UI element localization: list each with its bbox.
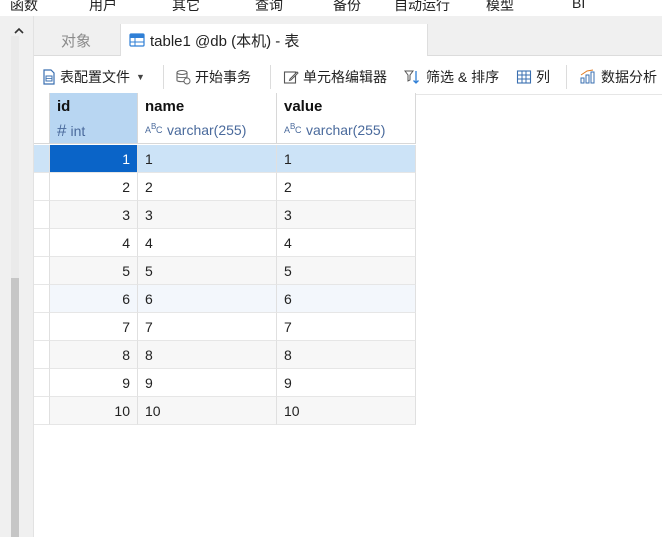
data-analysis-label: 数据分析 xyxy=(601,69,657,85)
cell-name[interactable]: 4 xyxy=(138,229,277,257)
cell-id[interactable]: 10 xyxy=(50,397,138,425)
filter-sort-icon xyxy=(404,70,419,84)
filter-sort-button[interactable]: 筛选 & 排序 xyxy=(404,67,499,87)
cell-name[interactable]: 10 xyxy=(138,397,277,425)
menu-model[interactable]: 模型 xyxy=(486,0,514,15)
row-marker[interactable] xyxy=(34,229,50,257)
menu-others[interactable]: 其它 xyxy=(172,0,200,15)
table-config-label: 表配置文件 xyxy=(60,69,130,85)
column-header-id[interactable]: id # int xyxy=(50,93,138,144)
cell-editor-button[interactable]: 单元格编辑器 xyxy=(283,67,387,87)
row-marker[interactable] xyxy=(34,369,50,397)
column-type-label: varchar(255) xyxy=(306,121,386,138)
cell-id[interactable]: 6 xyxy=(50,285,138,313)
cell-value[interactable]: 3 xyxy=(277,201,416,229)
column-name: name xyxy=(145,98,185,115)
svg-text:C: C xyxy=(295,125,302,135)
cell-id[interactable]: 9 xyxy=(50,369,138,397)
cell-editor-label: 单元格编辑器 xyxy=(303,69,387,85)
column-header-name[interactable]: name ABC varchar(255) xyxy=(138,93,277,144)
cell-value[interactable]: 8 xyxy=(277,341,416,369)
row-marker[interactable] xyxy=(34,145,50,173)
row-marker[interactable] xyxy=(34,201,50,229)
cell-id[interactable]: 5 xyxy=(50,257,138,285)
cell-value[interactable]: 1 xyxy=(277,145,416,173)
row-marker[interactable] xyxy=(34,313,50,341)
cell-value[interactable]: 7 xyxy=(277,313,416,341)
column-type-label: int xyxy=(70,123,86,139)
database-transaction-icon xyxy=(176,69,191,85)
cell-id[interactable]: 8 xyxy=(50,341,138,369)
string-type-icon: ABC xyxy=(145,121,163,138)
toolbar-divider xyxy=(163,65,164,89)
data-analysis-button[interactable]: 数据分析 xyxy=(579,67,657,87)
int-type-icon: # xyxy=(57,121,67,140)
menu-functions[interactable]: 函数 xyxy=(10,0,38,15)
table-icon xyxy=(129,32,145,48)
cell-value[interactable]: 4 xyxy=(277,229,416,257)
cell-name[interactable]: 1 xyxy=(138,145,277,173)
column-type: # int xyxy=(57,121,85,141)
cell-name[interactable]: 9 xyxy=(138,369,277,397)
cell-name[interactable]: 5 xyxy=(138,257,277,285)
column-type-label: varchar(255) xyxy=(167,121,247,138)
cell-id[interactable]: 7 xyxy=(50,313,138,341)
dropdown-caret-icon[interactable]: ▼ xyxy=(136,72,145,82)
columns-grid-icon xyxy=(516,70,532,84)
tab-objects-label: 对象 xyxy=(60,32,91,50)
table-config-button[interactable]: 表配置文件 ▼ xyxy=(42,67,145,87)
side-scrollbar-thumb[interactable] xyxy=(11,278,19,537)
cell-value[interactable]: 9 xyxy=(277,369,416,397)
row-marker[interactable] xyxy=(34,341,50,369)
table-toolbar: 表配置文件 ▼ 开始事务 单元格编辑器 筛选 & 排序 列 数据分析 xyxy=(34,57,662,95)
row-marker[interactable] xyxy=(34,173,50,201)
toolbar-divider xyxy=(566,65,567,89)
column-type: ABC varchar(255) xyxy=(145,121,246,138)
cell-value[interactable]: 6 xyxy=(277,285,416,313)
cell-id[interactable]: 4 xyxy=(50,229,138,257)
begin-transaction-button[interactable]: 开始事务 xyxy=(175,67,251,87)
edit-pencil-icon xyxy=(283,71,299,84)
cell-name[interactable]: 3 xyxy=(138,201,277,229)
svg-text:C: C xyxy=(156,125,163,135)
cell-id[interactable]: 1 xyxy=(50,145,138,173)
menu-query[interactable]: 查询 xyxy=(255,0,283,15)
tab-bar: 对象 table1 @db (本机) - 表 xyxy=(34,16,662,56)
cell-value[interactable]: 10 xyxy=(277,397,416,425)
cell-value[interactable]: 2 xyxy=(277,173,416,201)
data-analysis-chart-icon xyxy=(580,69,595,84)
tab-table1-label: table1 @db (本机) - 表 xyxy=(150,32,300,50)
column-name: value xyxy=(284,98,323,115)
table-config-icon xyxy=(43,69,55,85)
column-name: id xyxy=(57,98,71,115)
menu-users[interactable]: 用户 xyxy=(89,0,117,15)
cell-id[interactable]: 3 xyxy=(50,201,138,229)
cell-value[interactable]: 5 xyxy=(277,257,416,285)
row-marker[interactable] xyxy=(34,397,50,425)
cell-name[interactable]: 7 xyxy=(138,313,277,341)
cell-name[interactable]: 8 xyxy=(138,341,277,369)
menu-bi[interactable]: BI xyxy=(572,0,585,11)
begin-transaction-label: 开始事务 xyxy=(195,69,251,85)
menu-automation[interactable]: 自动运行 xyxy=(394,0,450,15)
cell-name[interactable]: 2 xyxy=(138,173,277,201)
string-type-icon: ABC xyxy=(284,121,302,138)
columns-button[interactable]: 列 xyxy=(516,67,550,87)
toolbar-divider xyxy=(270,65,271,89)
cell-id[interactable]: 2 xyxy=(50,173,138,201)
tab-objects[interactable]: 对象 xyxy=(34,24,118,56)
column-type: ABC varchar(255) xyxy=(284,121,385,138)
filter-sort-label: 筛选 & 排序 xyxy=(426,69,500,85)
grid-corner[interactable] xyxy=(34,93,50,144)
tab-table1[interactable]: table1 @db (本机) - 表 xyxy=(120,24,428,56)
cell-name[interactable]: 6 xyxy=(138,285,277,313)
column-header-value[interactable]: value ABC varchar(255) xyxy=(277,93,416,144)
row-marker[interactable] xyxy=(34,285,50,313)
menu-bar: 函数 用户 其它 查询 备份 自动运行 模型 BI xyxy=(0,0,662,16)
columns-label: 列 xyxy=(536,69,550,85)
menu-backup[interactable]: 备份 xyxy=(333,0,361,15)
row-marker[interactable] xyxy=(34,257,50,285)
